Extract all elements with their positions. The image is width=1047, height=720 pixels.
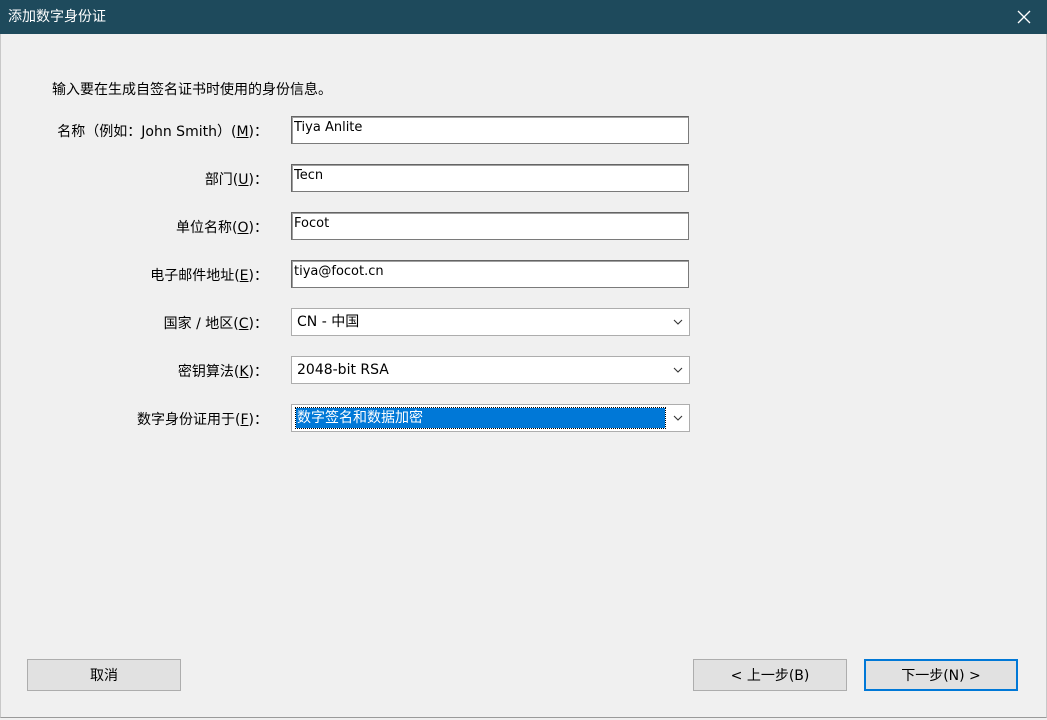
usage-label: 数字身份证用于(F)： — [137, 412, 268, 428]
back-button[interactable]: < 上一步(B) — [693, 659, 847, 691]
name-input[interactable] — [291, 116, 689, 144]
name-label: 名称（例如：John Smith）(M)： — [57, 124, 268, 140]
next-button[interactable]: 下一步(N) > — [864, 659, 1018, 691]
department-label: 部门(U)： — [204, 172, 268, 188]
usage-select[interactable]: 数字签名和数据加密 — [291, 404, 690, 432]
department-input[interactable] — [291, 164, 689, 192]
cancel-button[interactable]: 取消 — [27, 659, 181, 691]
email-label: 电子邮件地址(E)： — [150, 268, 268, 284]
organization-input[interactable] — [291, 212, 689, 240]
key-algorithm-select-value: 2048-bit RSA — [297, 362, 389, 378]
country-label: 国家 / 地区(C)： — [163, 316, 268, 332]
country-select-value: CN - 中国 — [297, 314, 360, 330]
usage-select-value: 数字签名和数据加密 — [295, 407, 666, 429]
title-bar: 添加数字身份证 — [0, 0, 1047, 34]
close-icon — [1017, 10, 1031, 24]
close-button[interactable] — [1001, 0, 1047, 34]
window-title: 添加数字身份证 — [8, 9, 106, 25]
chevron-down-icon[interactable] — [667, 405, 689, 431]
key-algorithm-select[interactable]: 2048-bit RSA — [291, 356, 690, 384]
chevron-down-icon[interactable] — [667, 357, 689, 383]
chevron-down-icon[interactable] — [667, 309, 689, 335]
country-select[interactable]: CN - 中国 — [291, 308, 690, 336]
key-algorithm-label: 密钥算法(K)： — [177, 364, 268, 380]
email-input[interactable] — [291, 260, 689, 288]
organization-label: 单位名称(O)： — [176, 220, 268, 236]
instruction-text: 输入要在生成自签名证书时使用的身份信息。 — [52, 82, 332, 98]
